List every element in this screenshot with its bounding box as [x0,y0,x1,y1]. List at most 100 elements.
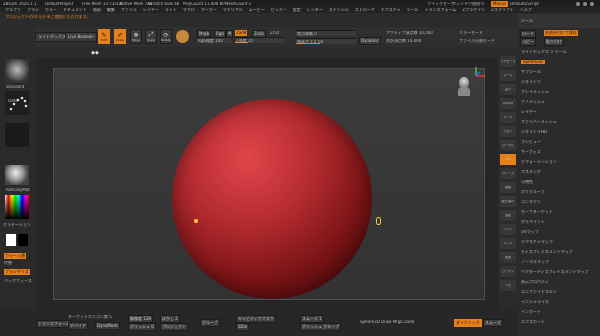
document-canvas[interactable] [53,68,485,300]
view-tool-button-7[interactable]: XYZ [500,154,516,165]
tool-menu-item-displacement-map[interactable]: ディスプレイスメントマップ [521,250,573,254]
zcut-button[interactable]: Zcut [270,31,279,35]
tool-menu-item-sphere3d[interactable]: Sphere3D [521,60,545,64]
load-tool-button[interactable]: ロード [520,30,536,38]
tool-menu-item-import2[interactable]: インポート [521,310,541,314]
view-tool-button-5[interactable]: フロア [500,126,516,137]
window-controls-icon[interactable] [572,1,598,6]
view-tool-button-4[interactable]: パース [500,112,516,123]
view-tool-button-2[interactable]: 実寸 [500,84,516,95]
tool-menu-item-contact[interactable]: コンタクト [521,200,541,204]
groups-button[interactable]: グループ [200,319,220,327]
stroke-thumb[interactable] [5,91,29,115]
brush-thumb[interactable] [5,59,29,83]
menu-item-19[interactable]: ツール [407,8,419,12]
smooth-level-slider[interactable]: スムーズ 1 [300,315,324,323]
alpha-thumb[interactable] [5,123,29,147]
edit-button[interactable]: ✎ Edit [98,29,110,44]
view-tool-button-13[interactable]: フィル [500,238,516,249]
tool-menu-item-surface[interactable]: サーフェス [521,150,541,154]
view-tool-button-14[interactable]: 透過 [500,252,516,263]
tool-menu-item-initialize[interactable]: イニシャライズ [521,300,549,304]
draw-size-slider[interactable]: 描画サイズ 64 [296,38,356,44]
menu-item-10[interactable]: マーカー [201,8,217,12]
view-tool-button-11[interactable]: 回転 [500,210,516,221]
sdiv-slider[interactable]: SDiv [236,323,250,331]
tool-menu-item-export2[interactable]: エクスポート [521,320,545,324]
menu-item-5[interactable]: 編集 [107,8,115,12]
dynamic-button[interactable]: Dynamic [359,37,381,45]
menu-item-13[interactable]: ピッカー [271,8,287,12]
tool-menu-item-visibility[interactable]: 可視性 [521,180,533,184]
menu-item-15[interactable]: レンダー [307,8,323,12]
tool-menu-item-morph-target[interactable]: モーフターゲット [521,210,553,214]
tool-menu-item-vector-displacement[interactable]: ベクターディスプレイスメントマップ [521,270,588,274]
tool-menu-item-fibermesh[interactable]: ファイバーメッシュ [521,120,557,124]
default-script[interactable]: DefaultZScript [510,2,539,6]
project-button[interactable]: プロジェクト [160,323,188,331]
paste-tool-button[interactable]: 貼り付け [544,38,564,46]
menu-item-18[interactable]: テクスチャ [381,8,401,12]
view-tool-button-1[interactable]: ズーム [500,70,516,81]
tool-menu-item-display-properties[interactable]: 表示プロパティ [521,280,549,284]
tool-menu-item-lightbox-tools[interactable]: ライトボックス > ツール [521,50,567,54]
tool-menu-item-preview[interactable]: プレビュー [521,140,541,144]
live-boolean-button[interactable]: Live Boolean [65,32,97,42]
menu-item-21[interactable]: Zプラグイン [462,8,485,12]
z-intensity-slider[interactable]: Z強度 25 [235,37,285,43]
tool-menu-item-texture-map[interactable]: テクスチャマップ [521,240,553,244]
menu-item-4[interactable]: 描画 [93,8,101,12]
sphere-mesh[interactable] [172,99,372,299]
view-tool-button-3[interactable]: AAHalf [500,98,516,109]
menu-item-22[interactable]: Zスクリプト [491,8,514,12]
draw-button[interactable]: ✐ Draw [114,29,126,44]
polish-slider[interactable]: ポリッシュ 0 [128,323,156,331]
menu-item-1[interactable]: ブラシ [27,8,39,12]
dynamic-mode-button[interactable]: ダイナミック [454,319,482,327]
menu-item-20[interactable]: トランスフォーム [425,8,457,12]
tool-menu-item-nanomesh[interactable]: ナノメッシュ [521,100,545,104]
view-tool-button-9[interactable]: 移動 [500,182,516,193]
tool-menu-item-geometry[interactable]: ジオメトリ [521,80,541,84]
resolution-slider[interactable]: 解像度 128 [128,315,153,323]
transform-button[interactable]: トランスフォーム [36,320,72,328]
view-tool-button-16[interactable]: ソロ [500,280,516,291]
view-tool-button-0[interactable]: スクロール [500,56,516,67]
mirror-mode[interactable]: ミラーモード [459,31,483,35]
quicksave-button[interactable]: クイックセーブ [427,2,455,6]
smooth-button[interactable]: スムーズ [483,319,503,327]
menu-item-2[interactable]: カラー [45,8,57,12]
foreground-color-swatch[interactable] [6,234,16,246]
move-button[interactable]: ✥ Move [130,29,142,44]
tool-menu-item-arraymesh[interactable]: アレイメッシュ [521,90,549,94]
menus-toggle[interactable]: Menus [491,0,509,7]
material-thumb[interactable] [5,165,29,185]
color-picker[interactable] [5,195,29,219]
copy-tool-button[interactable]: コピー [520,38,536,46]
menu-item-7[interactable]: レイヤー [143,8,159,12]
switch-color-button[interactable]: カラー入替 [4,253,26,259]
mask-by-cavity-button[interactable]: キャビティでマスク [236,315,276,323]
tool-menu-item-uv-map[interactable]: UVマップ [521,230,539,234]
view-tool-button-6[interactable]: ローカル [500,140,516,151]
blur-slider[interactable]: ぼかし 2 [160,315,180,323]
polish-groups-button[interactable]: ポリッシュ グループ [300,323,342,331]
tool-menu-item-unified-skin[interactable]: ユニファイドスキン [521,290,557,294]
view-tool-button-10[interactable]: 拡大/縮小 [500,196,516,207]
view-tool-button-15[interactable]: ゴースト [500,266,516,277]
view-tool-button-8[interactable]: フレーム [500,168,516,179]
tool-menu-item-normal-map[interactable]: ノーマルマップ [521,260,549,264]
menu-item-14[interactable]: 設定 [293,8,301,12]
view-tool-button-12[interactable]: ライン [500,224,516,235]
split-mode[interactable]: ファイル分割モード [459,39,495,43]
menu-item-8[interactable]: ライト [165,8,177,12]
tool-menu-item-deformation[interactable]: デフォーメーション [521,160,557,164]
zadd-button[interactable]: Zadd [235,30,248,36]
sculpt-gizmo-icon[interactable] [176,30,189,43]
focal-shift-slider[interactable]: 焦点移動 0 [296,30,356,36]
menu-item-0[interactable]: アルファ [5,8,21,12]
tool-menu-item-polygroups[interactable]: ポリグループ [521,190,545,194]
tool-menu-item-masking[interactable]: マスキング [521,170,541,174]
divide-button[interactable]: デバイド [68,322,88,330]
menu-item-23[interactable]: ヘルプ [520,8,532,12]
